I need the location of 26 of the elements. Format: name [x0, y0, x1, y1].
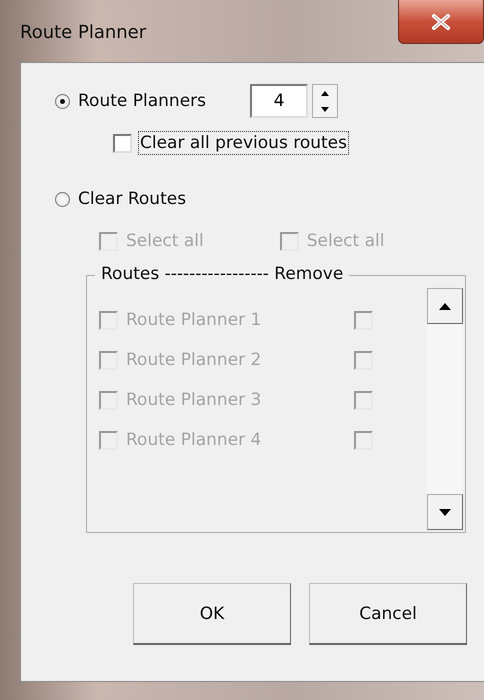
checkbox-label: Select all — [126, 231, 204, 251]
radio-button[interactable] — [55, 192, 70, 206]
checkbox-label: Select all — [306, 231, 384, 251]
checkbox-label: Route Planner 1 — [126, 310, 262, 330]
up-arrow-icon — [439, 302, 451, 310]
radio-label: Clear Routes — [78, 189, 186, 209]
scroll-up-button[interactable] — [427, 288, 463, 324]
radio-label: Route Planners — [78, 91, 207, 111]
radio-button[interactable] — [55, 94, 70, 108]
close-button[interactable] — [398, 0, 484, 44]
count-field[interactable]: 4 — [250, 84, 308, 118]
checkbox-label: Route Planner 2 — [126, 350, 262, 370]
checkbox-label: Route Planner 3 — [126, 390, 262, 410]
checkbox[interactable] — [113, 134, 132, 152]
scroll-down-button[interactable] — [427, 494, 463, 530]
window-title: Route Planner — [20, 22, 146, 43]
close-icon — [430, 12, 452, 30]
checkbox-label: Clear all previous routes — [140, 133, 347, 153]
spin-buttons[interactable] — [312, 84, 338, 118]
checkbox-label: Route Planner 4 — [126, 430, 262, 450]
down-arrow-icon — [321, 106, 329, 112]
ok-button[interactable]: OK — [133, 583, 291, 645]
down-arrow-icon — [439, 508, 451, 516]
up-arrow-icon — [321, 90, 329, 96]
cancel-button[interactable]: Cancel — [309, 583, 467, 645]
scrollbar[interactable] — [427, 288, 463, 530]
